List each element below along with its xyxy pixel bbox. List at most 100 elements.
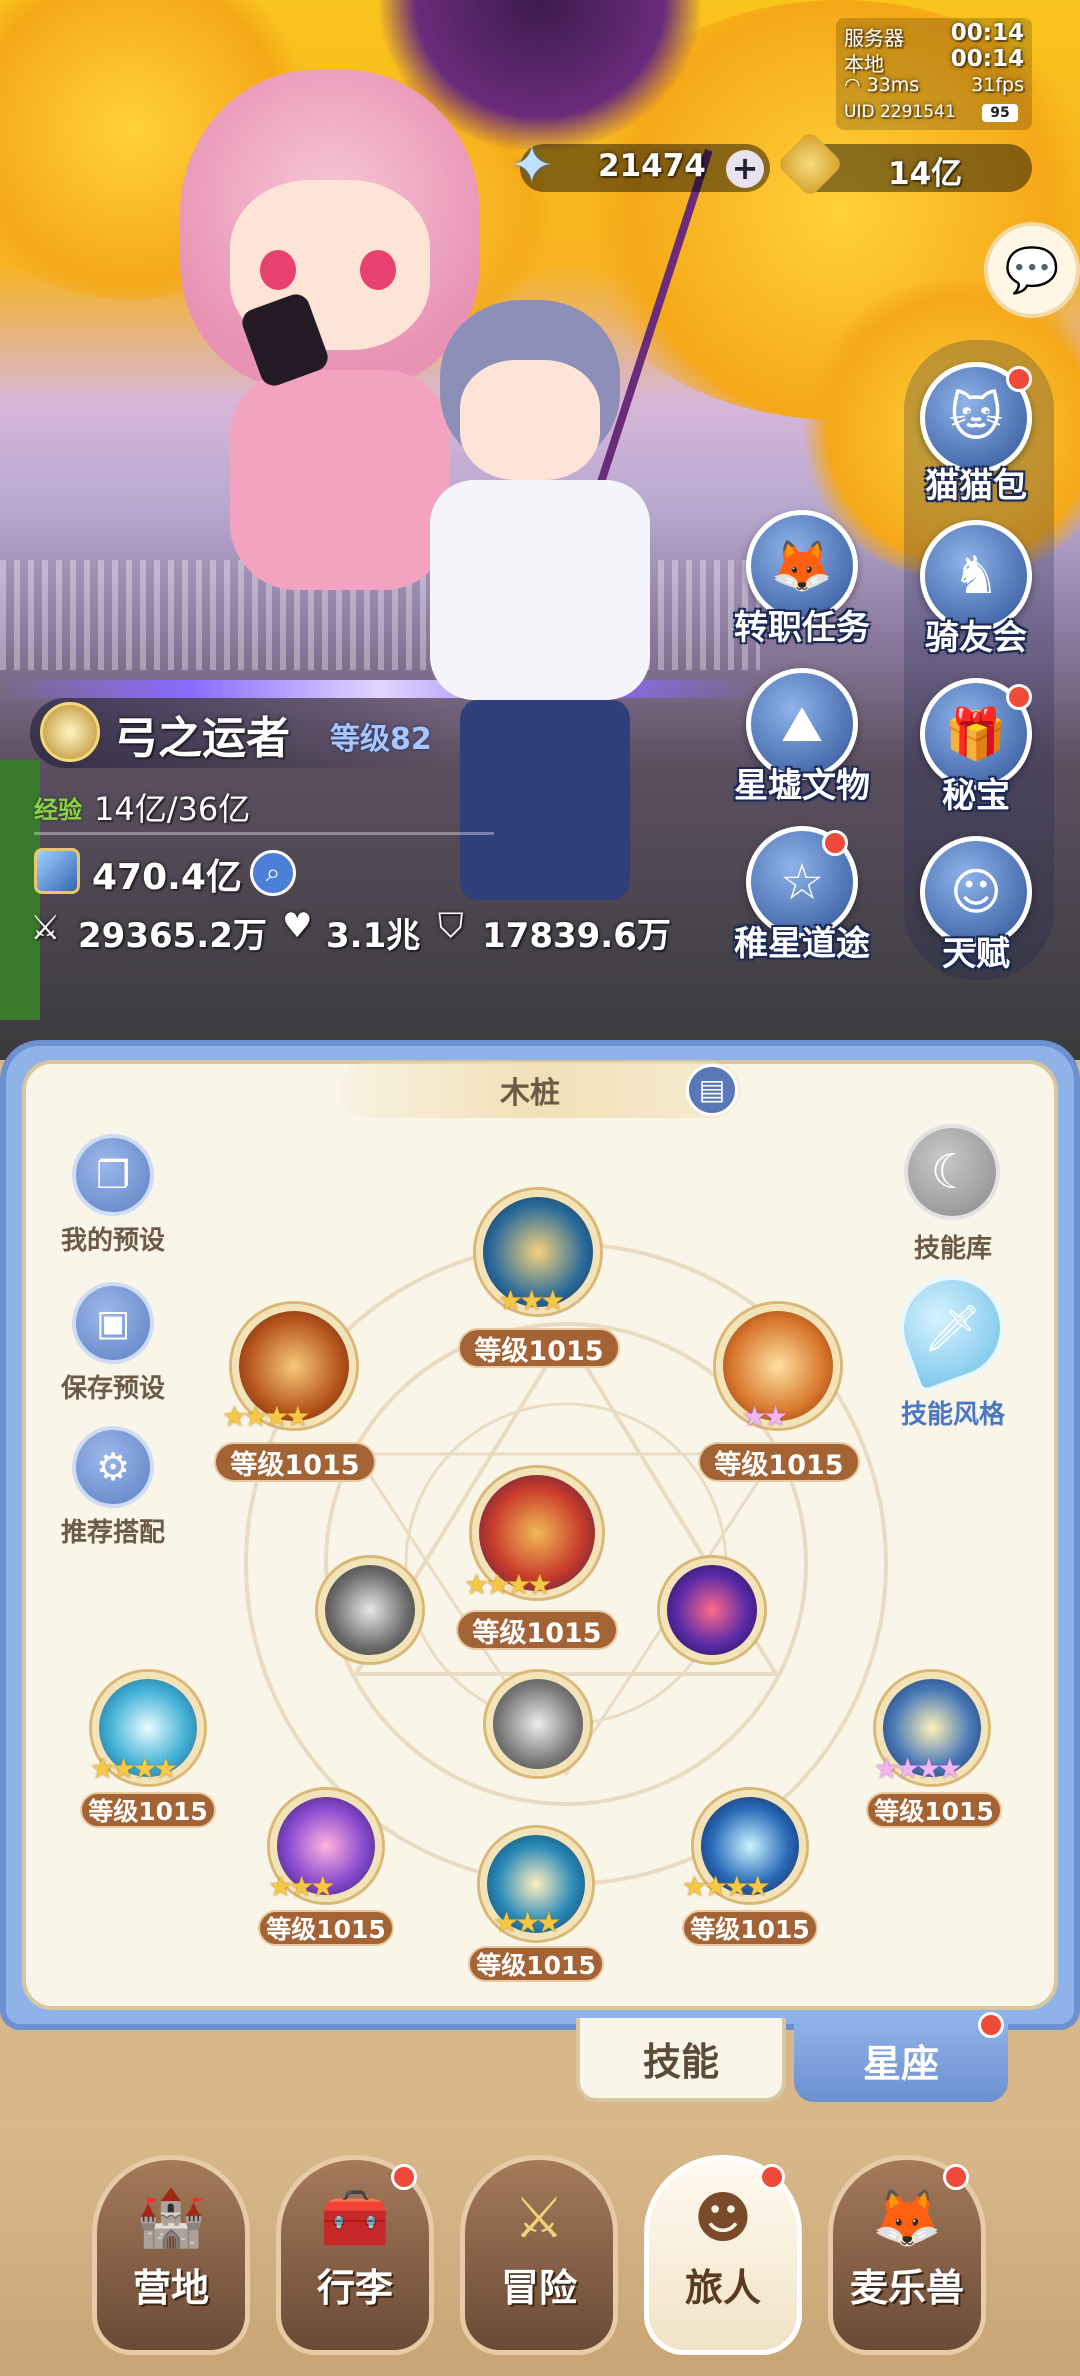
player-name: 弓之运者 xyxy=(114,713,290,764)
rider-club-label: 骑友会 xyxy=(925,618,1027,658)
secret-treasure-button[interactable]: 🎁 秘宝 xyxy=(920,678,1032,816)
tab-constellation[interactable]: 星座 xyxy=(794,2012,1008,2102)
skill-level-right: 等级1015 xyxy=(866,1792,1002,1828)
skill-style-label: 技能风格 xyxy=(900,1400,1005,1430)
class-emblem-icon xyxy=(40,702,100,762)
my-preset-button[interactable]: ❐ xyxy=(72,1134,154,1216)
skill-stars-right: ★★★★ xyxy=(874,1752,962,1785)
skill-node-bottom-locked[interactable] xyxy=(486,1672,590,1776)
skill-stars-bottom-center: ★★★ xyxy=(494,1906,561,1939)
skill-level-upper-left: 等级1015 xyxy=(214,1442,376,1482)
notification-dot xyxy=(1006,684,1032,710)
fox-pet-icon: 🦊 xyxy=(872,2186,942,2251)
skill-stars-center: ★★★★ xyxy=(464,1568,552,1601)
nav-adventure[interactable]: ⚔ 冒险 xyxy=(460,2155,618,2355)
skill-level-bottom-right: 等级1015 xyxy=(682,1910,818,1946)
nav-camp[interactable]: 🏰 营地 xyxy=(92,2155,250,2355)
skill-level-upper-right: 等级1015 xyxy=(698,1442,860,1482)
recommend-button[interactable]: ⚙ xyxy=(72,1426,154,1508)
rider-club-button[interactable]: ♞ 骑友会 xyxy=(920,520,1032,658)
skill-node-left-locked[interactable] xyxy=(318,1558,422,1662)
recommend-label: 推荐搭配 xyxy=(60,1518,165,1548)
book-icon[interactable]: ▤ xyxy=(686,1064,738,1116)
add-star-button[interactable]: + xyxy=(726,150,764,188)
attack-icon: ⚔ xyxy=(30,908,61,948)
star-amount: 21474 xyxy=(598,148,706,184)
gears-icon: ⚙ xyxy=(72,1426,154,1508)
local-label: 本地 xyxy=(844,52,884,76)
exp-value: 14亿/36亿 xyxy=(94,790,251,828)
gold-amount: 14亿 xyxy=(888,156,963,192)
target-selector[interactable]: 木桩 ▤ xyxy=(340,1062,740,1118)
job-task-button[interactable]: 🦊 转职任务 xyxy=(734,510,870,648)
skill-level-top: 等级1015 xyxy=(458,1328,620,1368)
notification-dot xyxy=(759,2164,785,2190)
skill-level-center: 等级1015 xyxy=(456,1610,618,1650)
talent-label: 天赋 xyxy=(942,934,1010,974)
notification-dot xyxy=(822,830,848,856)
nav-beast[interactable]: 🦊 麦乐兽 xyxy=(828,2155,986,2355)
relics-button[interactable]: ⛰ 星墟文物 xyxy=(734,668,870,806)
skill-stars-upper-left: ★★★★ xyxy=(222,1400,310,1433)
castle-icon: 🏰 xyxy=(136,2186,206,2251)
nav-camp-label: 营地 xyxy=(132,2266,209,2310)
tab-skill[interactable]: 技能 xyxy=(576,2018,786,2102)
notification-dot xyxy=(1006,366,1032,392)
skill-level-bottom-center: 等级1015 xyxy=(468,1946,604,1982)
uid-label: UID 2291541 xyxy=(844,102,956,122)
battery-indicator: 95 xyxy=(982,104,1018,122)
character-glasses-boy xyxy=(420,300,680,920)
nav-adventure-label: 冒险 xyxy=(500,2266,577,2310)
my-preset-label: 我的预设 xyxy=(60,1226,165,1256)
skill-level-bottom-left: 等级1015 xyxy=(258,1910,394,1946)
star-path-label: 稚星道途 xyxy=(734,924,870,964)
gold-currency: 14亿 xyxy=(776,130,1032,198)
player-level: 等级82 xyxy=(330,722,432,757)
sword-icon: 🗡 xyxy=(922,1300,982,1355)
floppy-disk-icon: ▣ xyxy=(72,1282,154,1364)
defense-value: 17839.6万 xyxy=(482,916,671,956)
skill-stars-top: ★★★ xyxy=(498,1284,565,1317)
skill-stars-left: ★★★★ xyxy=(90,1752,178,1785)
nav-traveler[interactable]: ☻ 旅人 xyxy=(644,2155,802,2355)
notification-dot xyxy=(391,2164,417,2190)
player-name-bar: 弓之运者 等级82 xyxy=(30,698,450,768)
save-preset-label: 保存预设 xyxy=(60,1374,165,1404)
chat-button[interactable]: 💬 xyxy=(984,222,1080,318)
nav-luggage-label: 行李 xyxy=(316,2266,393,2310)
secret-treasure-label: 秘宝 xyxy=(942,776,1010,816)
notification-dot xyxy=(943,2164,969,2190)
fps-readout: 31fps xyxy=(971,74,1024,96)
attack-value: 29365.2万 xyxy=(78,916,267,956)
moon-icon: ☾ xyxy=(930,1144,974,1200)
skill-node-right[interactable] xyxy=(660,1558,764,1662)
skill-library-button[interactable]: ☾ xyxy=(904,1124,1000,1220)
crossed-swords-icon: ⚔ xyxy=(513,2186,565,2251)
chat-bubble-icon: 💬 xyxy=(1004,245,1060,296)
star-path-button[interactable]: ☆ 稚星道途 xyxy=(734,826,870,964)
wifi-icon: ◠ xyxy=(844,74,867,96)
tab-constellation-label: 星座 xyxy=(862,2041,939,2086)
cat-bag-button[interactable]: 🐱 猫猫包 xyxy=(920,362,1032,506)
star-crystal-icon: ✦ xyxy=(510,136,554,196)
notification-dot xyxy=(978,2012,1004,2038)
exp-bar xyxy=(34,832,494,835)
nav-traveler-label: 旅人 xyxy=(684,2266,761,2310)
skill-stars-upper-right: ★★ xyxy=(742,1400,788,1433)
nav-beast-label: 麦乐兽 xyxy=(849,2266,964,2310)
search-icon: ⌕ xyxy=(265,858,281,888)
shield-power-icon xyxy=(34,848,80,894)
cat-bag-label: 猫猫包 xyxy=(925,466,1027,506)
chest-icon: 🧰 xyxy=(320,2186,390,2251)
save-preset-button[interactable]: ▣ xyxy=(72,1282,154,1364)
target-name: 木桩 xyxy=(500,1076,560,1111)
relics-label: 星墟文物 xyxy=(734,766,870,806)
skill-level-left: 等级1015 xyxy=(80,1792,216,1828)
cards-icon: ❐ xyxy=(72,1134,154,1216)
talent-button[interactable]: ☺ 天赋 xyxy=(920,836,1032,974)
skill-stars-bottom-left: ★★★ xyxy=(268,1870,335,1903)
nav-luggage[interactable]: 🧰 行李 xyxy=(276,2155,434,2355)
server-time: 00:14 xyxy=(950,20,1024,46)
search-power-button[interactable]: ⌕ xyxy=(250,850,296,896)
ping-readout: ◠ 33ms xyxy=(844,74,919,96)
